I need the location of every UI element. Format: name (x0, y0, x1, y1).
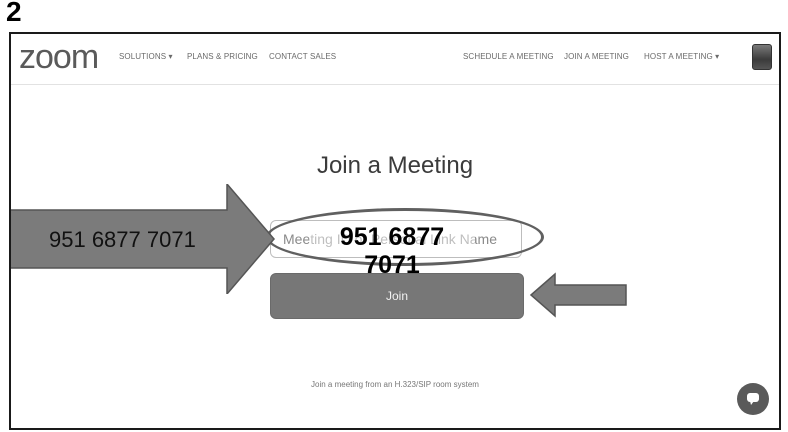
meeting-id-input[interactable] (270, 220, 522, 258)
nav-join-meeting[interactable]: JOIN A MEETING (564, 52, 629, 61)
join-button[interactable]: Join (270, 273, 524, 319)
step-number: 2 (6, 0, 22, 27)
chat-bubble-icon[interactable] (737, 383, 769, 415)
nav-host-meeting[interactable]: HOST A MEETING ▾ (644, 52, 719, 61)
nav-plans-pricing[interactable]: PLANS & PRICING (187, 52, 258, 61)
page-title: Join a Meeting (316, 152, 474, 179)
left-arrow-icon (529, 272, 627, 318)
nav-solutions[interactable]: SOLUTIONS ▾ (119, 52, 173, 61)
h323-sip-link[interactable]: Join a meeting from an H.323/SIP room sy… (11, 380, 779, 389)
top-navbar: zoom SOLUTIONS ▾ PLANS & PRICING CONTACT… (11, 34, 779, 85)
user-avatar-icon[interactable] (752, 44, 772, 70)
chat-icon (747, 393, 759, 405)
arrow-meeting-number: 951 6877 7071 (49, 227, 196, 252)
browser-screenshot-frame: zoom SOLUTIONS ▾ PLANS & PRICING CONTACT… (9, 32, 781, 430)
nav-schedule-meeting[interactable]: SCHEDULE A MEETING (463, 52, 554, 61)
zoom-logo[interactable]: zoom (19, 38, 99, 77)
nav-contact-sales[interactable]: CONTACT SALES (269, 52, 336, 61)
